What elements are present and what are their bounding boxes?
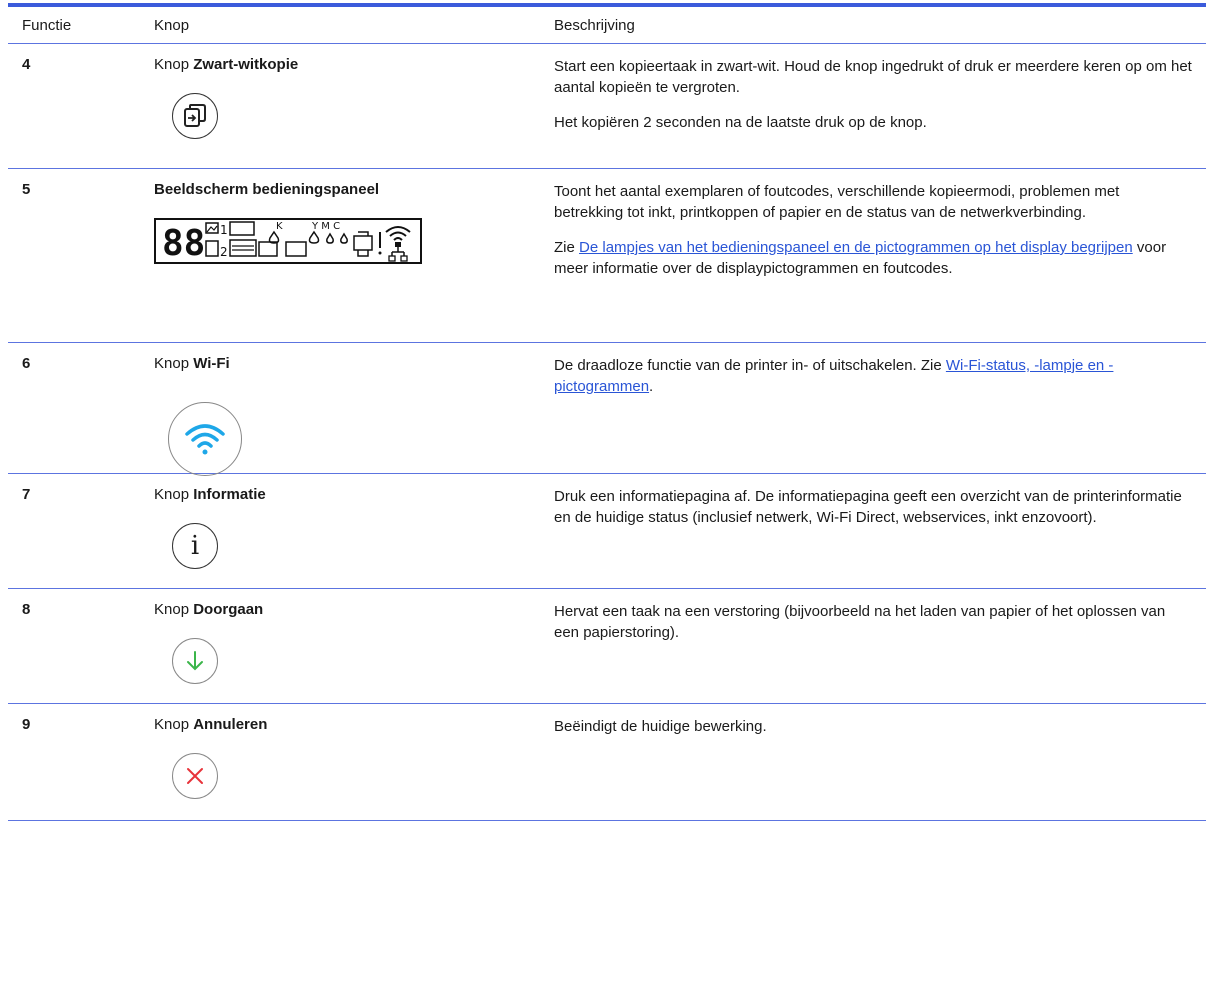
svg-text:2: 2 xyxy=(220,245,228,259)
control-panel-display-icon: 88 1 2 K Y M C xyxy=(154,218,548,268)
feature-table: Functie Knop Beschrijving 4 Knop Zwart-w… xyxy=(8,3,1206,821)
feature-number: 5 xyxy=(22,181,31,198)
button-name: Zwart-witkopie xyxy=(193,56,299,73)
description-text: Beëindigt de huidige bewerking. xyxy=(554,718,767,735)
copy-icon xyxy=(172,93,218,139)
description-text-2: Zie De lampjes van het bedieningspaneel … xyxy=(554,239,1167,277)
svg-text:88: 88 xyxy=(162,223,205,264)
description-text: Toont het aantal exemplaren of foutcodes… xyxy=(554,183,1120,221)
description-text: Druk een informatiepagina af. De informa… xyxy=(554,488,1182,526)
svg-text:1: 1 xyxy=(220,223,228,237)
table-header: Functie Knop Beschrijving xyxy=(8,7,1206,44)
button-name: Annuleren xyxy=(193,716,268,733)
button-label: Knop Annuleren xyxy=(154,716,268,733)
cancel-x-icon xyxy=(172,753,218,799)
header-beschrijving: Beschrijving xyxy=(554,16,635,34)
feature-number: 7 xyxy=(22,486,31,503)
feature-number: 6 xyxy=(22,355,31,372)
description-text-2: Het kopiëren 2 seconden na de laatste dr… xyxy=(554,114,927,131)
table-row: 9 Knop Annuleren Beëindigt de huidige be… xyxy=(8,704,1206,821)
table-row: 6 Knop Wi-Fi De draadloze functie van de… xyxy=(8,343,1206,476)
button-name: Doorgaan xyxy=(193,601,264,618)
feature-number: 9 xyxy=(22,716,31,733)
description-text: De draadloze functie van de printer in- … xyxy=(554,357,1114,395)
button-label: Beeldscherm bedieningspaneel xyxy=(154,181,548,198)
header-functie: Functie xyxy=(22,16,72,34)
feature-number: 8 xyxy=(22,601,31,618)
resume-arrow-icon xyxy=(172,638,218,684)
table-row: 8 Knop Doorgaan Hervat een taak na een v… xyxy=(8,589,1206,704)
button-name: Informatie xyxy=(193,486,266,503)
wifi-icon xyxy=(168,402,242,476)
description-text: Start een kopieertaak in zwart-wit. Houd… xyxy=(554,58,1192,96)
info-icon: i xyxy=(172,523,218,569)
button-name: Wi-Fi xyxy=(193,355,230,372)
svg-text:K: K xyxy=(276,221,283,232)
button-name: Beeldscherm bedieningspaneel xyxy=(154,181,380,198)
table-row: 5 Beeldscherm bedieningspaneel 88 1 2 K xyxy=(8,169,1206,343)
display-icons-link[interactable]: De lampjes van het bedieningspaneel en d… xyxy=(579,239,1133,256)
button-label: Knop Informatie xyxy=(154,486,266,503)
svg-text:Y M C: Y M C xyxy=(311,221,340,232)
table-row: 7 Knop Informatie i Druk een informatiep… xyxy=(8,474,1206,589)
button-label: Knop Wi-Fi xyxy=(154,355,230,372)
button-label: Knop Zwart-witkopie xyxy=(154,56,299,73)
button-label: Knop Doorgaan xyxy=(154,601,264,618)
description-text: Hervat een taak na een verstoring (bijvo… xyxy=(554,603,1166,641)
table-row: 4 Knop Zwart-witkopie Start een kopieert… xyxy=(8,44,1206,169)
header-knop: Knop xyxy=(154,16,190,34)
feature-number: 4 xyxy=(22,56,31,73)
